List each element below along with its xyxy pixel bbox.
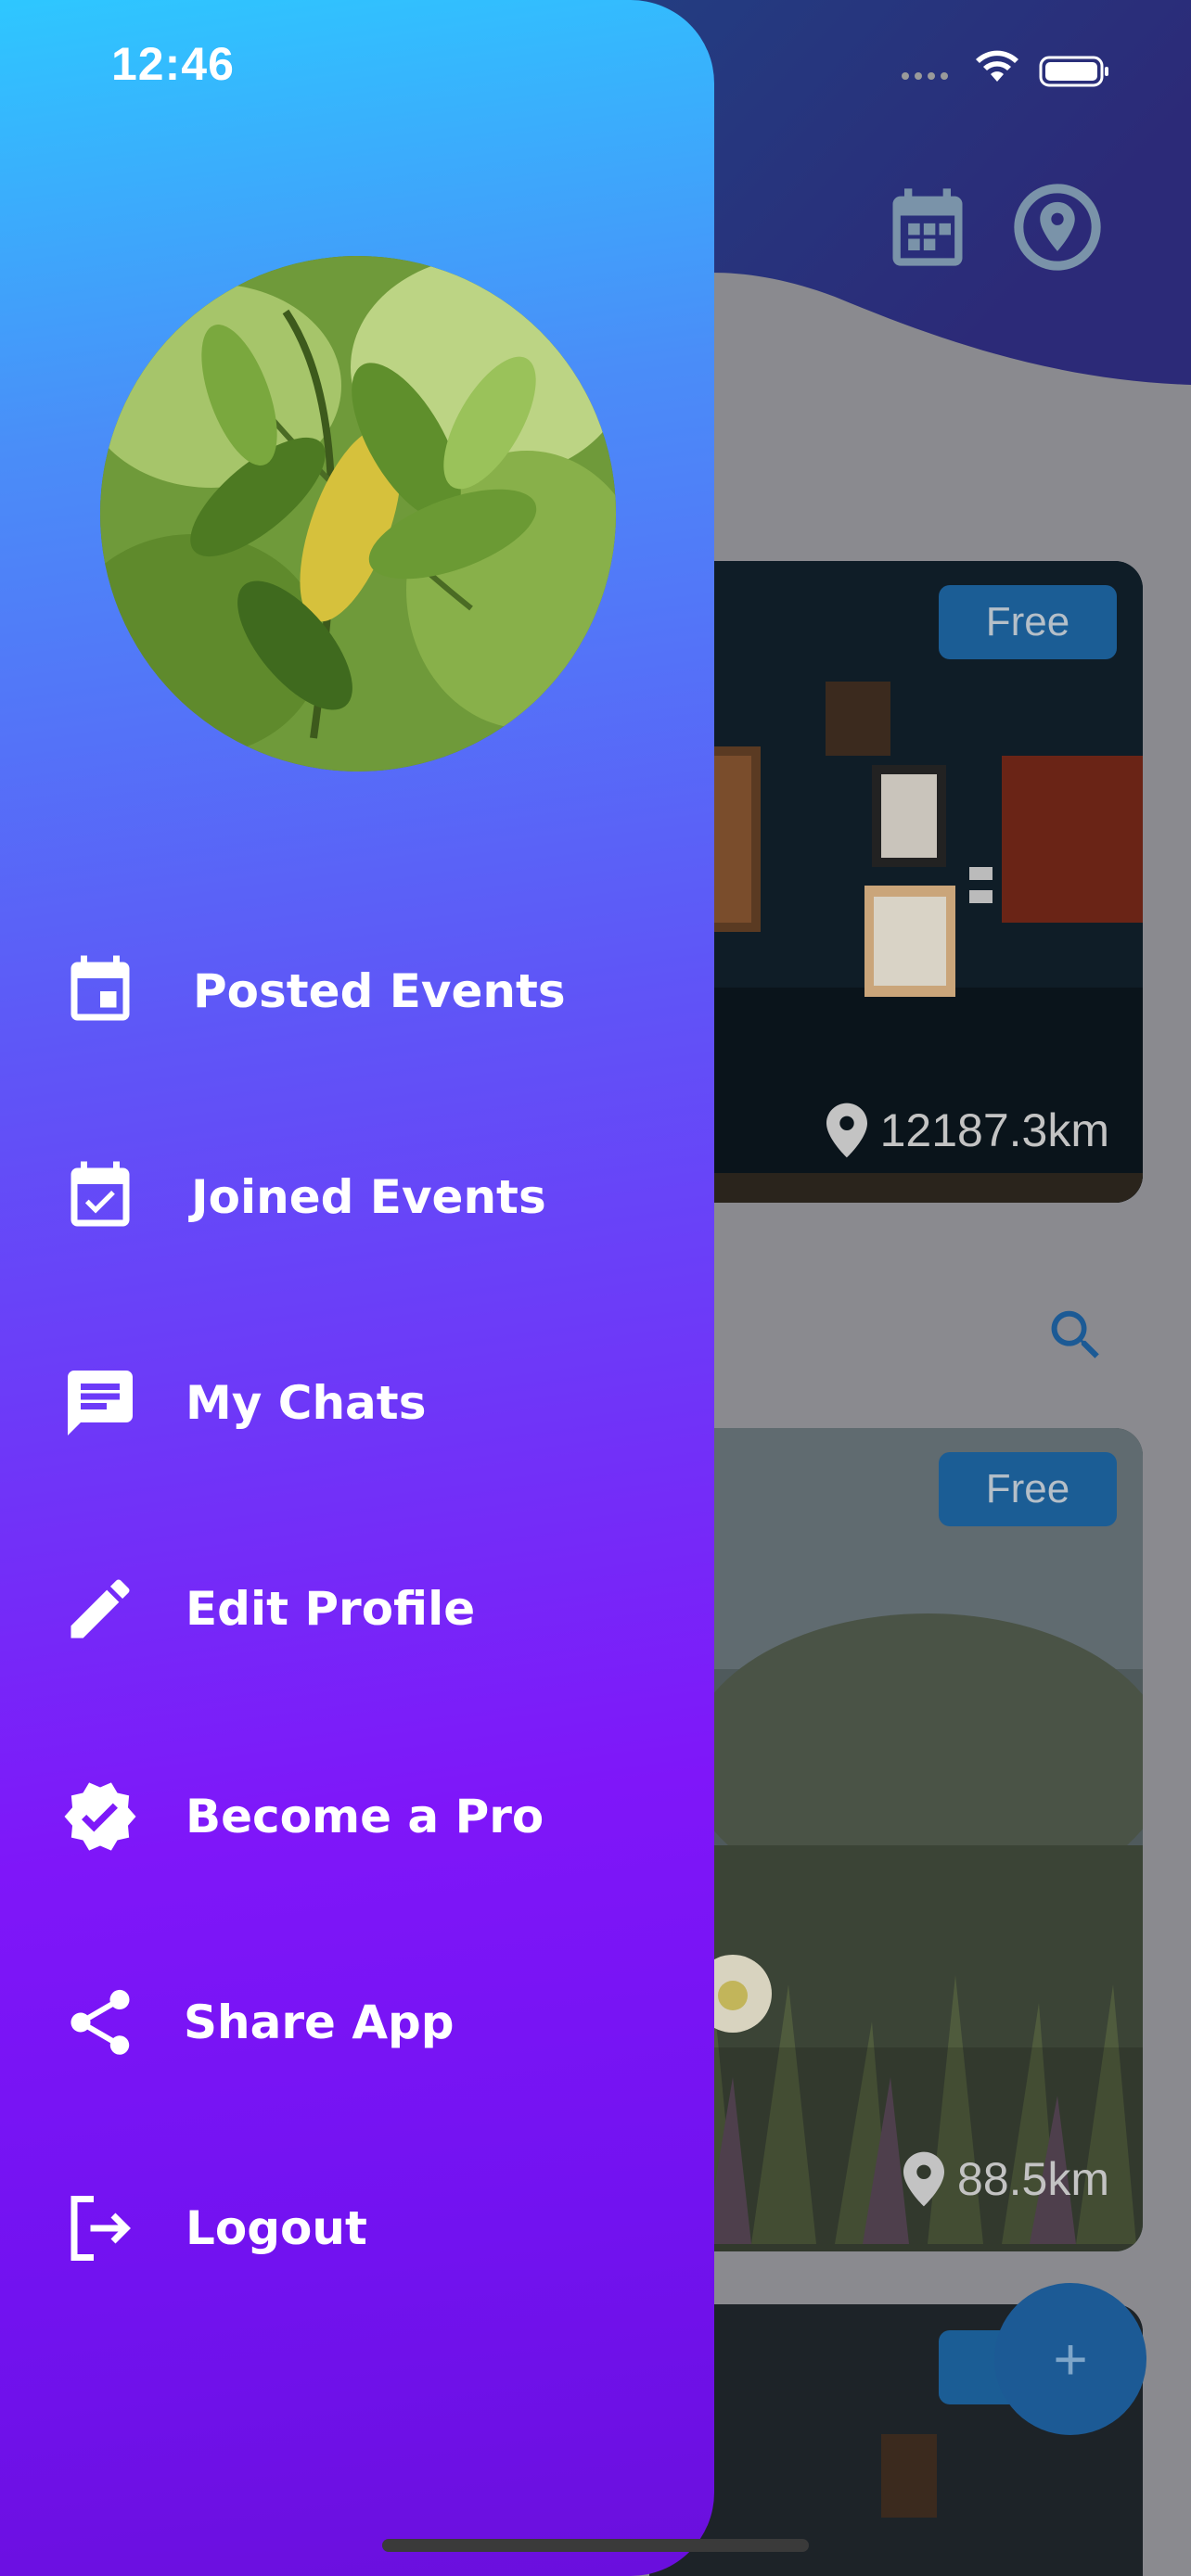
price-badge: Free xyxy=(939,585,1117,659)
menu-item-logout[interactable]: Logout xyxy=(0,2159,714,2298)
event-icon xyxy=(61,952,139,1030)
event-image xyxy=(649,1428,1143,2251)
menu-label: Logout xyxy=(186,2201,367,2255)
search-icon[interactable] xyxy=(1044,1303,1108,1368)
price-badge: Free xyxy=(939,1452,1117,1526)
distance-value: 12187.3km xyxy=(879,1104,1109,1156)
menu-item-share-app[interactable]: Share App xyxy=(0,1953,714,2092)
menu-item-my-chats[interactable]: My Chats xyxy=(0,1333,714,1473)
calendar-icon[interactable] xyxy=(881,181,974,274)
edit-pencil-icon xyxy=(61,1570,139,1648)
event-card[interactable]: Free 88.5km xyxy=(649,1428,1143,2251)
add-event-button[interactable]: + xyxy=(994,2283,1146,2435)
verified-badge-icon xyxy=(61,1778,139,1855)
location-target-icon[interactable] xyxy=(1011,181,1104,274)
menu-label: Become a Pro xyxy=(186,1790,544,1843)
distance-label: 12187.3km xyxy=(826,1103,1109,1158)
share-icon xyxy=(61,1983,139,2061)
logout-icon xyxy=(61,2189,139,2267)
menu-label: Joined Events xyxy=(191,1170,546,1224)
cellular-signal-icon xyxy=(902,72,948,80)
menu-label: Edit Profile xyxy=(186,1582,476,1636)
status-bar-indicators xyxy=(900,46,1113,93)
menu-item-edit-profile[interactable]: Edit Profile xyxy=(0,1539,714,1678)
location-pin-icon xyxy=(826,1103,867,1158)
wifi-icon xyxy=(976,50,1018,82)
menu-label: Share App xyxy=(184,1996,455,2049)
distance-value: 88.5km xyxy=(957,2153,1109,2205)
menu-label: My Chats xyxy=(186,1376,427,1430)
menu-label: Posted Events xyxy=(193,964,566,1018)
event-available-icon xyxy=(61,1158,139,1236)
menu-item-become-pro[interactable]: Become a Pro xyxy=(0,1747,714,1886)
home-indicator[interactable] xyxy=(382,2539,809,2552)
profile-avatar[interactable] xyxy=(100,256,616,772)
location-pin-icon xyxy=(903,2151,945,2207)
event-card[interactable]: Free 12187.3km xyxy=(649,561,1143,1203)
distance-label: 88.5km xyxy=(903,2151,1109,2207)
status-time: 12:46 xyxy=(111,38,235,90)
battery-icon xyxy=(1039,56,1108,87)
chat-icon xyxy=(61,1364,139,1442)
profile-photo xyxy=(100,256,616,772)
menu-item-joined-events[interactable]: Joined Events xyxy=(0,1128,714,1267)
navigation-drawer: 12:46 Posted Events Joined Events My Cha… xyxy=(0,0,714,2576)
menu-item-posted-events[interactable]: Posted Events xyxy=(0,922,714,1061)
